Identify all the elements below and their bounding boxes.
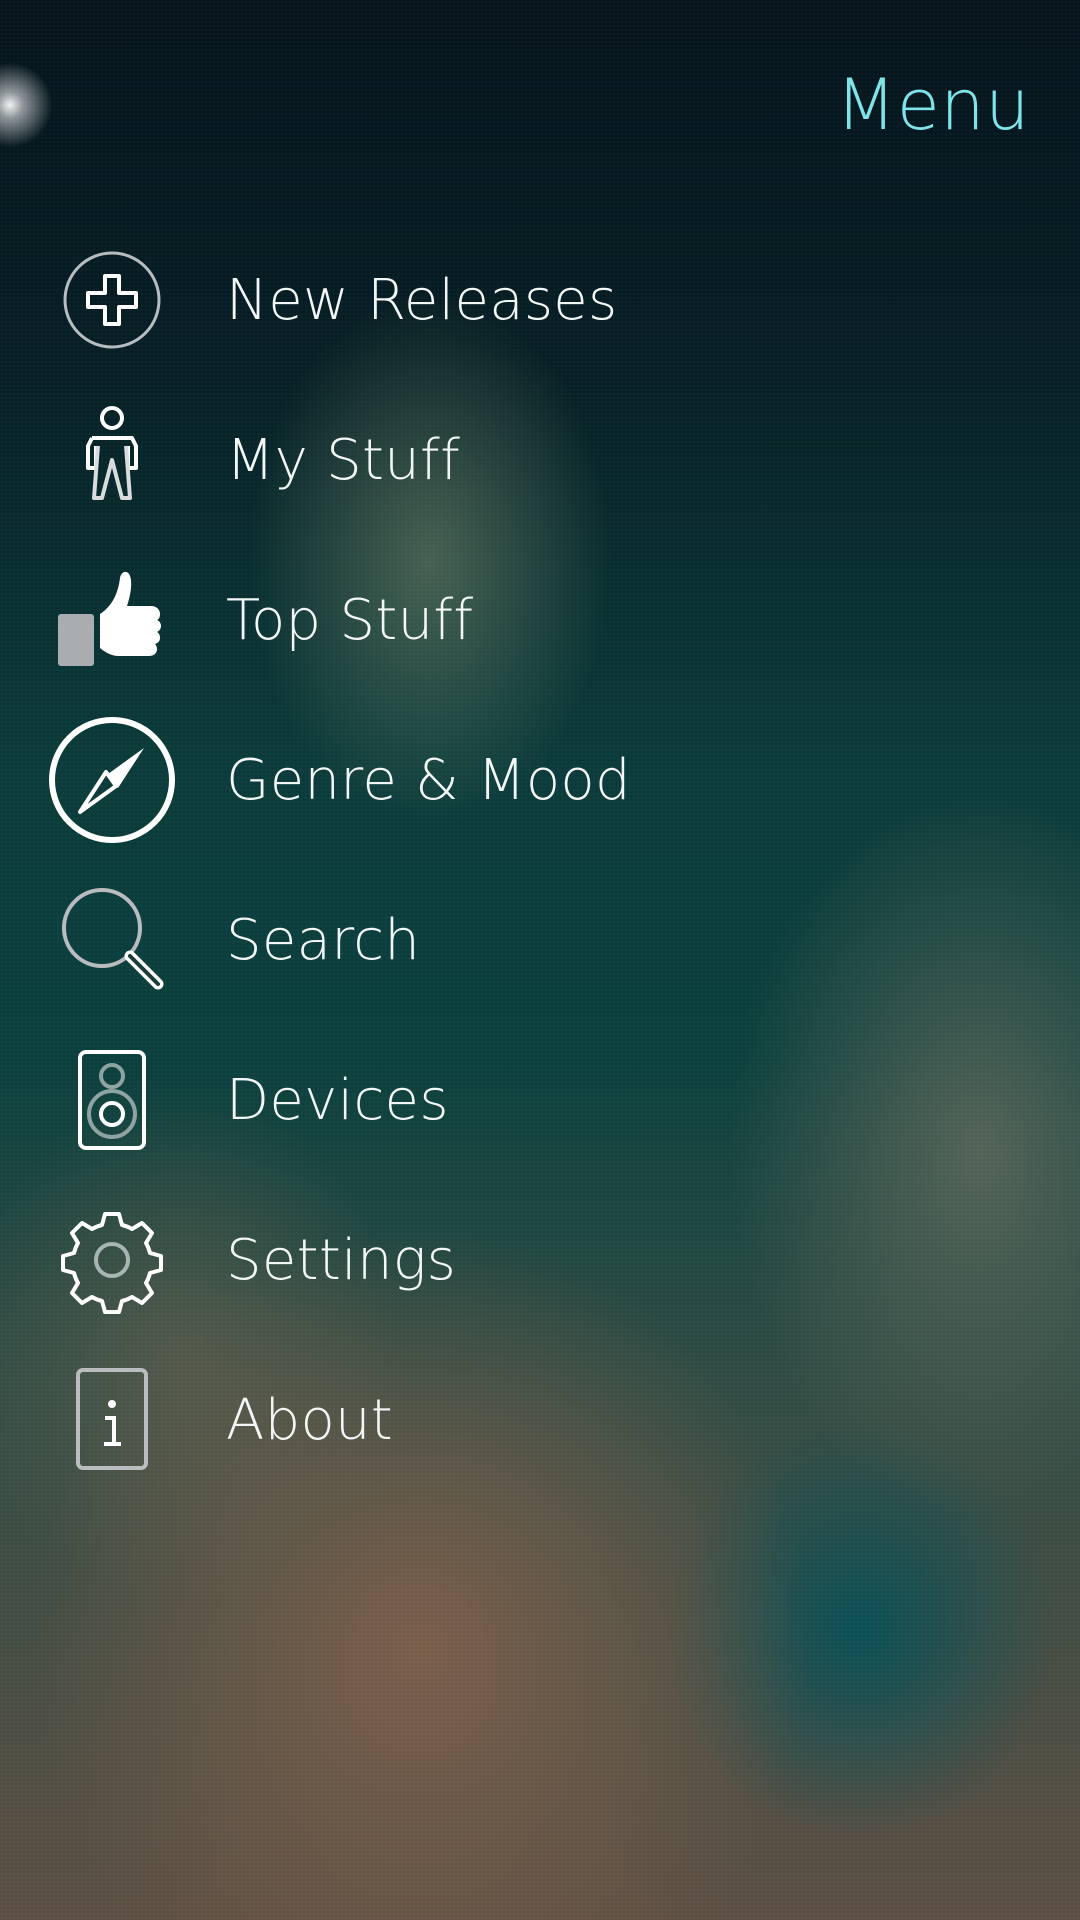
menu-item-label: Settings bbox=[226, 1227, 457, 1293]
search-icon bbox=[48, 876, 176, 1004]
menu-item-top-stuff[interactable]: Top Stuff bbox=[0, 540, 1080, 700]
menu-item-devices[interactable]: Devices bbox=[0, 1020, 1080, 1180]
menu-item-new-releases[interactable]: New Releases bbox=[0, 220, 1080, 380]
speaker-icon bbox=[48, 1036, 176, 1164]
menu-item-search[interactable]: Search bbox=[0, 860, 1080, 1020]
menu-item-about[interactable]: About bbox=[0, 1340, 1080, 1500]
menu-item-label: New Releases bbox=[226, 267, 618, 333]
menu-item-my-stuff[interactable]: My Stuff bbox=[0, 380, 1080, 540]
menu-item-label: About bbox=[226, 1387, 394, 1453]
page-title: Menu bbox=[835, 64, 1030, 146]
menu-item-label: My Stuff bbox=[226, 427, 461, 493]
menu-item-label: Genre & Mood bbox=[226, 747, 631, 813]
menu-item-label: Devices bbox=[226, 1067, 449, 1133]
thumbs-up-icon bbox=[48, 556, 176, 684]
info-icon bbox=[48, 1356, 176, 1484]
light-glow bbox=[0, 55, 60, 155]
plus-circle-icon bbox=[48, 236, 176, 364]
gear-icon bbox=[48, 1196, 176, 1324]
main-menu: New Releases My Stuff Top Stuff Genre & … bbox=[0, 220, 1080, 1500]
menu-item-settings[interactable]: Settings bbox=[0, 1180, 1080, 1340]
menu-item-label: Top Stuff bbox=[226, 587, 474, 653]
person-icon bbox=[48, 396, 176, 524]
menu-item-label: Search bbox=[226, 907, 421, 973]
menu-item-genre-mood[interactable]: Genre & Mood bbox=[0, 700, 1080, 860]
compass-icon bbox=[48, 716, 176, 844]
